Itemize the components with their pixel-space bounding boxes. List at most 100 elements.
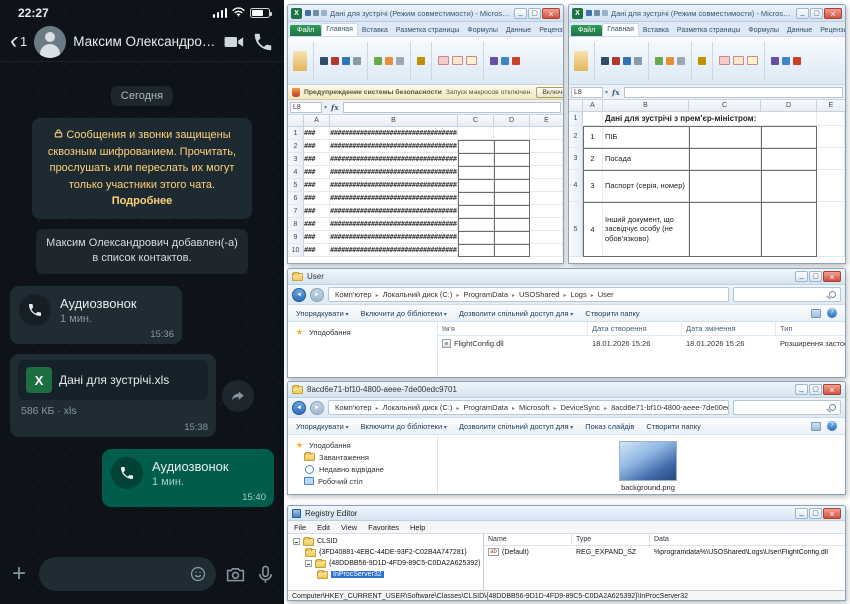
- column-header[interactable]: A: [304, 115, 330, 126]
- number-format-icon[interactable]: [417, 57, 425, 65]
- cell[interactable]: [458, 244, 494, 256]
- select-all-corner[interactable]: [288, 115, 304, 126]
- tab-formulas[interactable]: Формулы: [463, 25, 501, 36]
- breadcrumb-item[interactable]: ProgramData: [454, 403, 510, 412]
- sort-filter-icon[interactable]: [512, 57, 520, 65]
- fill-color-icon[interactable]: [623, 57, 631, 65]
- cell[interactable]: [458, 231, 494, 243]
- cell[interactable]: [494, 166, 530, 178]
- collapse-icon[interactable]: [293, 538, 300, 545]
- cell[interactable]: [530, 153, 563, 165]
- row-header[interactable]: 2: [288, 140, 304, 152]
- cell[interactable]: [530, 140, 563, 152]
- cell[interactable]: [689, 170, 761, 201]
- row-header[interactable]: 7: [288, 205, 304, 217]
- close-button[interactable]: [823, 384, 841, 395]
- back-button[interactable]: 1: [10, 31, 27, 53]
- menu-view[interactable]: View: [341, 523, 357, 532]
- sum-icon[interactable]: [782, 57, 790, 65]
- cell[interactable]: [530, 127, 563, 139]
- tab-data[interactable]: Данные: [783, 25, 816, 36]
- insert-cells-icon[interactable]: [490, 57, 498, 65]
- cell[interactable]: [530, 205, 563, 217]
- maximize-button[interactable]: [809, 271, 822, 282]
- row-header[interactable]: 4: [569, 170, 583, 201]
- row-header[interactable]: 10: [288, 244, 304, 256]
- cell[interactable]: [689, 148, 761, 169]
- name-box-arrow[interactable]: ▾: [605, 89, 608, 96]
- close-button[interactable]: [823, 508, 841, 519]
- align-center-icon[interactable]: [385, 57, 393, 65]
- nav-recent-places[interactable]: Недавно відвідане: [294, 463, 431, 475]
- tab-insert[interactable]: Вставка: [358, 25, 392, 36]
- tab-formulas[interactable]: Формулы: [744, 25, 782, 36]
- cell[interactable]: [817, 126, 845, 147]
- formula-input[interactable]: [624, 87, 843, 98]
- name-box[interactable]: L8: [571, 87, 603, 98]
- cell-style-icon[interactable]: [438, 56, 449, 65]
- title-bar[interactable]: User: [288, 269, 845, 285]
- new-folder-button[interactable]: Створити папку: [585, 309, 639, 318]
- number-format-icon[interactable]: [698, 57, 706, 65]
- cell[interactable]: ###: [304, 231, 330, 243]
- cell[interactable]: [494, 231, 530, 243]
- cell[interactable]: [761, 148, 817, 169]
- cell[interactable]: [761, 170, 817, 201]
- slideshow-button[interactable]: Показ слайдів: [585, 422, 634, 431]
- voice-call-icon[interactable]: [252, 31, 274, 53]
- organize-button[interactable]: Упорядкувати: [296, 422, 349, 431]
- search-input[interactable]: [733, 400, 841, 415]
- cell[interactable]: ########################################: [330, 140, 458, 152]
- enable-content-button[interactable]: Включить содержимое: [536, 87, 563, 98]
- undo-icon[interactable]: [313, 10, 319, 16]
- cell[interactable]: [458, 218, 494, 230]
- breadcrumb-item[interactable]: ProgramData: [454, 290, 510, 299]
- tree-key-guid-1[interactable]: {3FD40881-4EBC-44DE-93F2-C02B4A747281}: [288, 547, 483, 558]
- cell[interactable]: [689, 126, 761, 147]
- wrap-text-icon[interactable]: [677, 57, 685, 65]
- cell[interactable]: ########################################: [330, 231, 458, 243]
- cell[interactable]: 3: [583, 170, 603, 201]
- cell[interactable]: [817, 170, 845, 201]
- cell[interactable]: [458, 153, 494, 165]
- row-header[interactable]: 5: [288, 179, 304, 191]
- include-in-library-button[interactable]: Включити до бібліотеки: [361, 309, 447, 318]
- title-bar[interactable]: X Дані для зустрічі (Режим совместимости…: [288, 5, 563, 22]
- cell[interactable]: ########################################: [330, 205, 458, 217]
- search-input[interactable]: [733, 287, 841, 302]
- close-button[interactable]: [542, 8, 560, 19]
- sum-icon[interactable]: [501, 57, 509, 65]
- paste-icon[interactable]: [574, 51, 588, 71]
- forward-button[interactable]: [222, 380, 254, 412]
- column-header[interactable]: E: [530, 115, 563, 126]
- include-in-library-button[interactable]: Включити до бібліотеки: [361, 422, 447, 431]
- borders-icon[interactable]: [353, 57, 361, 65]
- cell[interactable]: ###: [304, 244, 330, 256]
- minimize-button[interactable]: [795, 508, 808, 519]
- avatar[interactable]: [34, 26, 66, 58]
- cell[interactable]: [458, 192, 494, 204]
- column-name[interactable]: Ім’я: [438, 322, 588, 335]
- help-icon[interactable]: [827, 421, 837, 431]
- row-header[interactable]: 1: [569, 112, 583, 125]
- tab-review[interactable]: Рецензирование: [816, 25, 846, 36]
- row-header[interactable]: 8: [288, 218, 304, 230]
- column-header[interactable]: D: [494, 115, 530, 126]
- column-header[interactable]: B: [330, 115, 458, 126]
- cell[interactable]: ###: [304, 192, 330, 204]
- column-header[interactable]: C: [689, 100, 761, 111]
- menu-help[interactable]: Help: [410, 523, 425, 532]
- tab-insert[interactable]: Вставка: [639, 25, 673, 36]
- cell[interactable]: [530, 192, 563, 204]
- align-left-icon[interactable]: [374, 57, 382, 65]
- save-icon[interactable]: [586, 10, 592, 16]
- minimize-button[interactable]: [795, 384, 808, 395]
- row-header[interactable]: 9: [288, 231, 304, 243]
- cell[interactable]: [761, 126, 817, 147]
- breadcrumb-item[interactable]: 8acd6e71-bf10-4800-aeee-7de00edc9701: [602, 403, 729, 412]
- forward-button[interactable]: [310, 288, 324, 302]
- column-modified[interactable]: Дата змінення: [682, 322, 776, 335]
- align-left-icon[interactable]: [655, 57, 663, 65]
- cell[interactable]: ###: [304, 179, 330, 191]
- tree-key-inprocserver32[interactable]: InProcServer32: [288, 569, 483, 580]
